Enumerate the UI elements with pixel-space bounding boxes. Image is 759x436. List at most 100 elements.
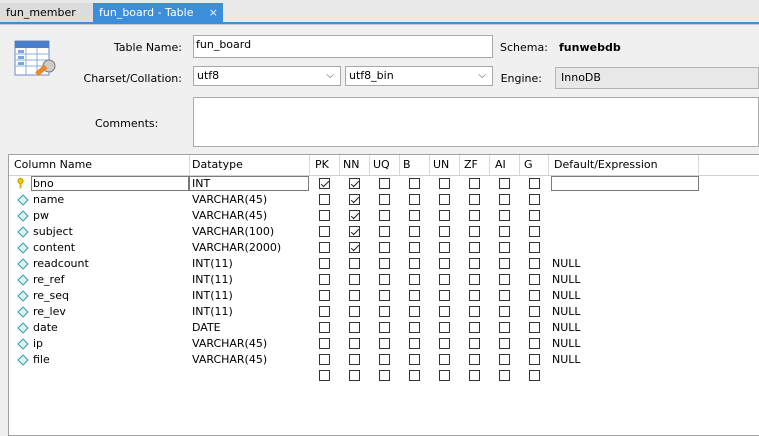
header-ai[interactable]: AI xyxy=(495,158,506,171)
g-checkbox[interactable] xyxy=(529,290,540,301)
column-name[interactable]: pw xyxy=(33,208,49,224)
header-pk[interactable]: PK xyxy=(315,158,329,171)
b-checkbox[interactable] xyxy=(409,178,420,189)
table-row[interactable]: content VARCHAR(2000) xyxy=(9,240,759,256)
uq-checkbox[interactable] xyxy=(379,290,390,301)
uq-checkbox[interactable] xyxy=(379,338,390,349)
pk-checkbox[interactable] xyxy=(319,210,330,221)
uq-checkbox[interactable] xyxy=(379,178,390,189)
g-checkbox[interactable] xyxy=(529,210,540,221)
un-checkbox[interactable] xyxy=(439,338,450,349)
tab-fun-board-table[interactable]: fun_board - Table × xyxy=(93,3,223,23)
nn-checkbox[interactable] xyxy=(349,370,360,381)
un-checkbox[interactable] xyxy=(439,178,450,189)
zf-checkbox[interactable] xyxy=(469,242,480,253)
ai-checkbox[interactable] xyxy=(499,354,510,365)
column-datatype[interactable]: INT(11) xyxy=(192,304,233,320)
g-checkbox[interactable] xyxy=(529,226,540,237)
nn-checkbox[interactable] xyxy=(349,210,360,221)
column-default[interactable]: NULL xyxy=(552,336,581,352)
pk-checkbox[interactable] xyxy=(319,226,330,237)
column-name[interactable]: ip xyxy=(33,336,43,352)
tab-fun-member[interactable]: fun_member xyxy=(0,3,96,23)
ai-checkbox[interactable] xyxy=(499,194,510,205)
header-zf[interactable]: ZF xyxy=(464,158,478,171)
header-b[interactable]: B xyxy=(403,158,411,171)
b-checkbox[interactable] xyxy=(409,210,420,221)
column-default[interactable]: NULL xyxy=(552,272,581,288)
zf-checkbox[interactable] xyxy=(469,338,480,349)
b-checkbox[interactable] xyxy=(409,274,420,285)
default-expression-input[interactable] xyxy=(551,176,699,191)
column-name-input[interactable] xyxy=(31,176,189,191)
ai-checkbox[interactable] xyxy=(499,306,510,317)
column-datatype[interactable]: VARCHAR(45) xyxy=(192,352,267,368)
un-checkbox[interactable] xyxy=(439,258,450,269)
pk-checkbox[interactable] xyxy=(319,370,330,381)
nn-checkbox[interactable] xyxy=(349,338,360,349)
nn-checkbox[interactable] xyxy=(349,290,360,301)
column-name[interactable]: file xyxy=(33,352,50,368)
ai-checkbox[interactable] xyxy=(499,226,510,237)
column-name[interactable]: re_lev xyxy=(33,304,66,320)
b-checkbox[interactable] xyxy=(409,258,420,269)
g-checkbox[interactable] xyxy=(529,322,540,333)
un-checkbox[interactable] xyxy=(439,290,450,301)
zf-checkbox[interactable] xyxy=(469,194,480,205)
close-icon[interactable]: × xyxy=(209,3,218,23)
nn-checkbox[interactable] xyxy=(349,226,360,237)
pk-checkbox[interactable] xyxy=(319,306,330,317)
column-name[interactable]: bno xyxy=(33,176,54,192)
table-row[interactable] xyxy=(9,368,759,384)
un-checkbox[interactable] xyxy=(439,210,450,221)
pk-checkbox[interactable] xyxy=(319,178,330,189)
b-checkbox[interactable] xyxy=(409,226,420,237)
column-name[interactable]: name xyxy=(33,192,64,208)
un-checkbox[interactable] xyxy=(439,242,450,253)
table-row[interactable]: ip VARCHAR(45) NULL xyxy=(9,336,759,352)
pk-checkbox[interactable] xyxy=(319,338,330,349)
column-default[interactable]: NULL xyxy=(552,256,581,272)
table-row[interactable]: date DATE NULL xyxy=(9,320,759,336)
table-row[interactable]: file VARCHAR(45) NULL xyxy=(9,352,759,368)
table-row[interactable]: re_seq INT(11) NULL xyxy=(9,288,759,304)
pk-checkbox[interactable] xyxy=(319,354,330,365)
column-name[interactable]: readcount xyxy=(33,256,89,272)
un-checkbox[interactable] xyxy=(439,306,450,317)
ai-checkbox[interactable] xyxy=(499,210,510,221)
uq-checkbox[interactable] xyxy=(379,306,390,317)
comments-textarea[interactable] xyxy=(193,97,759,147)
pk-checkbox[interactable] xyxy=(319,242,330,253)
nn-checkbox[interactable] xyxy=(349,322,360,333)
column-name[interactable]: content xyxy=(33,240,75,256)
pk-checkbox[interactable] xyxy=(319,258,330,269)
un-checkbox[interactable] xyxy=(439,226,450,237)
g-checkbox[interactable] xyxy=(529,370,540,381)
column-datatype[interactable]: INT(11) xyxy=(192,272,233,288)
pk-checkbox[interactable] xyxy=(319,194,330,205)
column-datatype[interactable]: VARCHAR(100) xyxy=(192,224,274,240)
collation-select[interactable]: utf8_bin ⌵ xyxy=(345,66,493,86)
uq-checkbox[interactable] xyxy=(379,370,390,381)
column-default[interactable]: NULL xyxy=(552,320,581,336)
table-row[interactable]: name VARCHAR(45) xyxy=(9,192,759,208)
pk-checkbox[interactable] xyxy=(319,290,330,301)
table-row[interactable]: re_lev INT(11) NULL xyxy=(9,304,759,320)
zf-checkbox[interactable] xyxy=(469,178,480,189)
header-default[interactable]: Default/Expression xyxy=(554,158,658,171)
g-checkbox[interactable] xyxy=(529,274,540,285)
engine-select[interactable]: InnoDB xyxy=(555,67,759,89)
nn-checkbox[interactable] xyxy=(349,258,360,269)
b-checkbox[interactable] xyxy=(409,242,420,253)
zf-checkbox[interactable] xyxy=(469,354,480,365)
pk-checkbox[interactable] xyxy=(319,322,330,333)
zf-checkbox[interactable] xyxy=(469,290,480,301)
b-checkbox[interactable] xyxy=(409,290,420,301)
nn-checkbox[interactable] xyxy=(349,306,360,317)
ai-checkbox[interactable] xyxy=(499,370,510,381)
ai-checkbox[interactable] xyxy=(499,290,510,301)
charset-select[interactable]: utf8 ⌵ xyxy=(193,66,341,86)
column-datatype[interactable]: VARCHAR(45) xyxy=(192,336,267,352)
column-datatype[interactable]: DATE xyxy=(192,320,221,336)
un-checkbox[interactable] xyxy=(439,322,450,333)
